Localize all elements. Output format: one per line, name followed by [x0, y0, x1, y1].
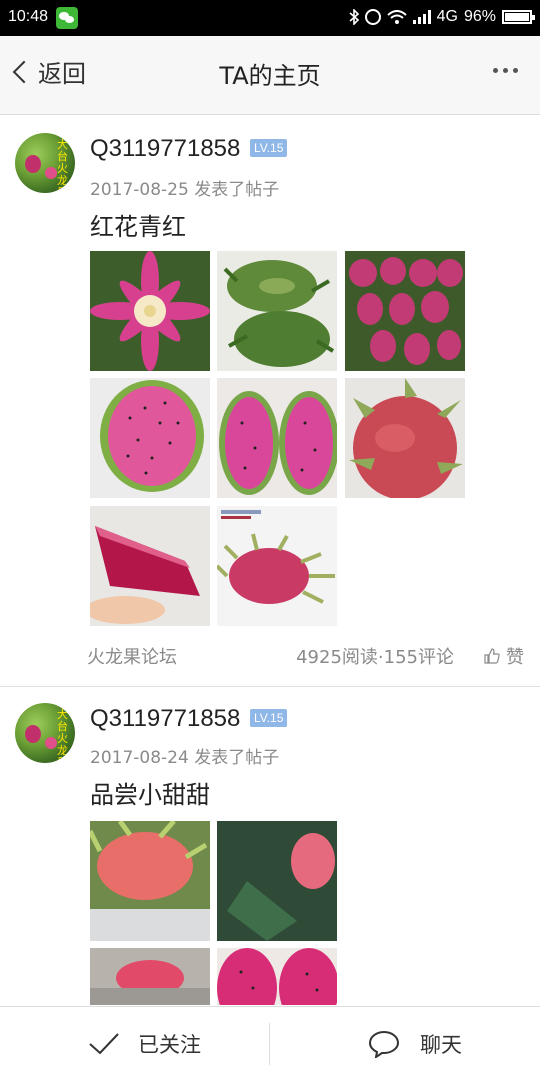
- post-date-action: 2017-08-25 发表了帖子: [90, 180, 280, 200]
- avatar[interactable]: 大台火龙果: [15, 133, 75, 193]
- header-bar: 返回 TA的主页: [0, 36, 540, 115]
- post-image[interactable]: [217, 251, 337, 371]
- level-badge: LV.15: [250, 709, 288, 727]
- status-icons: 4G 96%: [349, 8, 535, 26]
- like-label: 赞: [506, 647, 524, 668]
- bluetooth-icon: [349, 9, 359, 25]
- forum-link[interactable]: 火龙果论坛: [87, 643, 177, 669]
- chat-bubble-icon: [368, 1030, 400, 1058]
- username[interactable]: Q3119771858: [90, 705, 240, 733]
- thumbs-up-icon: [484, 648, 500, 664]
- post-image[interactable]: [217, 948, 337, 1005]
- more-dot-icon: [513, 68, 518, 73]
- battery-icon: [502, 10, 535, 24]
- more-dot-icon: [493, 68, 498, 73]
- wechat-notification-icon: [56, 7, 78, 29]
- post-title[interactable]: 品尝小甜甜: [90, 775, 210, 810]
- page-title: TA的主页: [219, 62, 321, 90]
- wifi-icon: [386, 10, 407, 24]
- post-image[interactable]: [217, 506, 337, 626]
- bottom-bar-divider: [269, 1023, 270, 1065]
- avatar-fruit: [25, 725, 41, 743]
- avatar-fruit: [25, 155, 41, 173]
- post-image[interactable]: [217, 378, 337, 498]
- network-type: 4G: [436, 8, 458, 25]
- avatar-watermark: 大台火龙果: [57, 138, 68, 194]
- avatar-fruit: [45, 737, 57, 749]
- avatar-fruit: [45, 167, 57, 179]
- post-stats: 4925阅读·155评论: [296, 647, 454, 668]
- follow-label: 已关注: [138, 1033, 201, 1057]
- level-badge: LV.15: [250, 139, 288, 157]
- post-image[interactable]: [90, 948, 210, 1005]
- bottom-action-bar: 已关注 聊天: [0, 1006, 540, 1081]
- chat-button[interactable]: 聊天: [368, 1007, 462, 1081]
- post-card[interactable]: 大台火龙果 Q3119771858 LV.15 2017-08-24 发表了帖子…: [0, 687, 540, 1005]
- post-image[interactable]: [345, 378, 465, 498]
- more-dot-icon: [503, 68, 508, 73]
- status-bar: 10:48 4G 96%: [0, 0, 540, 36]
- check-icon: [89, 1033, 119, 1055]
- status-time: 10:48: [8, 8, 49, 25]
- post-title[interactable]: 红花青红: [90, 207, 186, 242]
- follow-button[interactable]: 已关注: [88, 1007, 201, 1081]
- alarm-icon: [364, 9, 381, 25]
- more-menu-button[interactable]: [493, 68, 518, 73]
- signal-icon: [412, 10, 431, 24]
- like-button[interactable]: 赞: [484, 643, 524, 669]
- post-date-action: 2017-08-24 发表了帖子: [90, 748, 280, 768]
- username[interactable]: Q3119771858: [90, 135, 240, 163]
- post-card[interactable]: 大台火龙果 Q3119771858 LV.15 2017-08-25 发表了帖子…: [0, 115, 540, 686]
- post-image[interactable]: [345, 251, 465, 371]
- post-image[interactable]: [217, 821, 337, 941]
- post-image[interactable]: [90, 506, 210, 626]
- post-image[interactable]: [90, 378, 210, 498]
- chat-label: 聊天: [420, 1033, 462, 1057]
- battery-percent: 96%: [463, 8, 496, 25]
- avatar[interactable]: 大台火龙果: [15, 703, 75, 763]
- post-image[interactable]: [90, 251, 210, 371]
- post-image[interactable]: [90, 821, 210, 941]
- avatar-watermark: 大台火龙果: [57, 708, 68, 764]
